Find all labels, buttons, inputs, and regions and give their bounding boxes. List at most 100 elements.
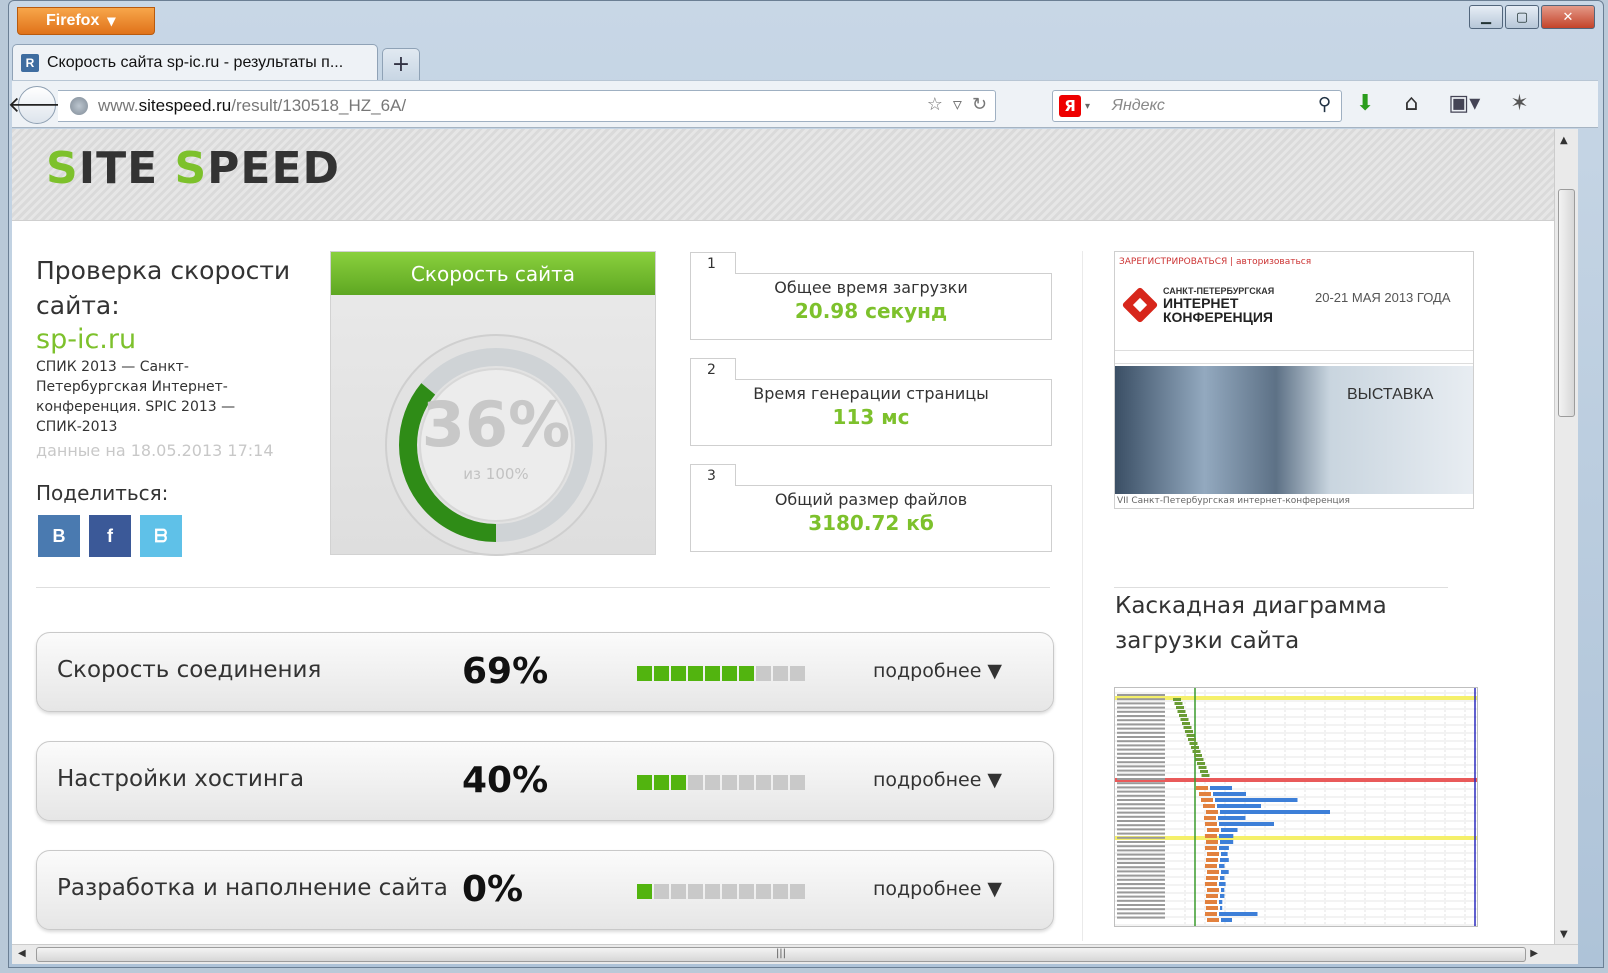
progress-block [671,666,686,681]
waterfall-diagram[interactable] [1114,687,1478,927]
globe-icon [70,97,88,115]
speed-card-title: Скорость сайта [331,252,655,295]
tab-strip: R Скорость сайта sp-ic.ru - результаты п… [12,42,420,80]
scroll-right-icon[interactable]: ▶ [1530,948,1538,959]
reload-icon[interactable]: ↻ [972,94,987,115]
progress-blocks [637,666,805,681]
yandex-icon[interactable]: Я [1059,95,1081,117]
progress-blocks [637,775,805,790]
vkontakte-share-button[interactable]: В [38,515,80,557]
site-description: СПИК 2013 — Санкт-Петербургская Интернет… [36,359,236,435]
progress-block [654,775,669,790]
conference-logo-icon [1121,286,1159,324]
divider [1114,587,1448,588]
speed-percent: 36% [421,388,571,461]
data-date: данные на 18.05.2013 17:14 [36,441,274,460]
column-divider [1082,251,1083,941]
progress-block [654,666,669,681]
download-icon[interactable]: ⬇ [1356,91,1374,116]
category-connection-speed[interactable]: Скорость соединения 69% подробнее ▼ [36,632,1054,712]
site-favicon-icon: R [21,53,39,72]
progress-block [790,775,805,790]
horizontal-scrollbar[interactable]: ◀ ||| ▶ [12,944,1578,964]
tab-title: Скорость сайта sp-ic.ru - результаты п..… [47,53,344,71]
progress-block [688,884,703,899]
back-arrow-icon[interactable]: 🡐 [8,86,67,124]
maximize-button[interactable]: ▢ [1505,5,1539,29]
engine-dropdown-icon[interactable]: ▾ [1085,101,1090,112]
more-details-link[interactable]: подробнее ▼ [873,660,1002,682]
site-header: SITE SPEED [12,129,1578,221]
site-domain: sp-ic.ru [36,324,137,355]
progress-block [705,666,720,681]
facebook-share-button[interactable]: f [89,515,131,557]
banner-brand: САНКТ-ПЕТЕРБУРГСКАЯ ИНТЕРНЕТ КОНФЕРЕНЦИЯ [1121,286,1274,324]
bookmark-star-icon[interactable]: ☆ [927,94,943,115]
progress-block [756,775,771,790]
progress-block [688,775,703,790]
bookmarks-menu-icon[interactable]: ▣▾ [1448,91,1480,116]
speed-percent-sub: из 100% [463,465,529,483]
category-site-development[interactable]: Разработка и наполнение сайта 0% подробн… [36,850,1054,930]
progress-block [688,666,703,681]
history-dropdown-icon[interactable]: ▿ [953,94,962,115]
window-controls: ▁ ▢ ✕ [1469,5,1595,29]
progress-block [773,666,788,681]
progress-block [739,884,754,899]
navigation-toolbar: 🡐 www.sitespeed.ru/result/130518_HZ_6A/ … [8,80,1598,128]
twitter-share-button[interactable]: ᗷ [140,515,182,557]
progress-block [637,666,652,681]
vertical-scrollbar[interactable]: ▲ ▼ [1554,129,1578,945]
more-details-link[interactable]: подробнее ▼ [873,878,1002,900]
tab-active[interactable]: R Скорость сайта sp-ic.ru - результаты п… [12,44,378,80]
url-bar[interactable]: www.sitespeed.ru/result/130518_HZ_6A/ ☆ … [58,90,996,122]
scroll-up-icon[interactable]: ▲ [1560,135,1568,146]
scroll-thumb[interactable] [1558,189,1575,417]
close-window-button[interactable]: ✕ [1541,5,1595,29]
chevron-down-icon: ▾ [107,13,116,30]
metric-total-load-time: 1 Общее время загрузки 20.98 секунд [690,252,1052,340]
scroll-down-icon[interactable]: ▼ [1560,929,1568,940]
speed-gauge: 36% из 100% [381,330,611,564]
scroll-thumb-horizontal[interactable]: ||| [36,947,1526,962]
progress-block [637,884,652,899]
addon-icon[interactable]: ✶ [1510,91,1528,116]
url-text[interactable]: www.sitespeed.ru/result/130518_HZ_6A/ [98,96,406,116]
search-input[interactable]: Я ▾ Яндекс ⚲ [1052,90,1342,122]
metric-total-file-size: 3 Общий размер файлов 3180.72 кб [690,464,1052,552]
progress-block [722,666,737,681]
progress-block [722,884,737,899]
minimize-button[interactable]: ▁ [1469,5,1503,29]
banner-photo: ВЫСТАВКА [1115,366,1473,494]
progress-block [671,775,686,790]
progress-block [756,884,771,899]
scroll-left-icon[interactable]: ◀ [18,948,26,959]
home-icon[interactable]: ⌂ [1404,91,1418,116]
banner-menu [1115,350,1473,364]
metric-page-generation-time: 2 Время генерации страницы 113 мс [690,358,1052,446]
progress-block [739,666,754,681]
more-details-link[interactable]: подробнее ▼ [873,769,1002,791]
share-label: Поделиться: [36,481,169,505]
firefox-menu-button[interactable]: Firefox ▾ [17,7,155,35]
category-hosting-settings[interactable]: Настройки хостинга 40% подробнее ▼ [36,741,1054,821]
site-speed-card: Скорость сайта 36% из 100% [330,251,656,556]
banner-top-links: ЗАРЕГИСТРИРОВАТЬСЯ | авторизоваться [1119,257,1312,267]
site-logo[interactable]: SITE SPEED [46,143,340,194]
search-icon[interactable]: ⚲ [1318,94,1331,115]
new-tab-button[interactable]: + [382,48,420,80]
divider [36,587,1050,588]
toolbar-icons: ⬇ ⌂ ▣▾ ✶ [1356,91,1529,116]
banner-dates: 20-21 МАЯ 2013 ГОДА [1315,290,1451,305]
progress-block [773,775,788,790]
progress-block [790,666,805,681]
share-buttons: В f ᗷ [38,515,182,557]
progress-block [790,884,805,899]
cascade-title: Каскадная диаграмма загрузки сайта [1115,593,1387,654]
progress-block [637,775,652,790]
page-viewport: SITE SPEED Проверка скорости сайта: sp-i… [12,129,1578,945]
conference-banner[interactable]: ЗАРЕГИСТРИРОВАТЬСЯ | авторизоваться САНК… [1114,251,1474,509]
progress-block [671,884,686,899]
progress-block [756,666,771,681]
progress-block [739,775,754,790]
